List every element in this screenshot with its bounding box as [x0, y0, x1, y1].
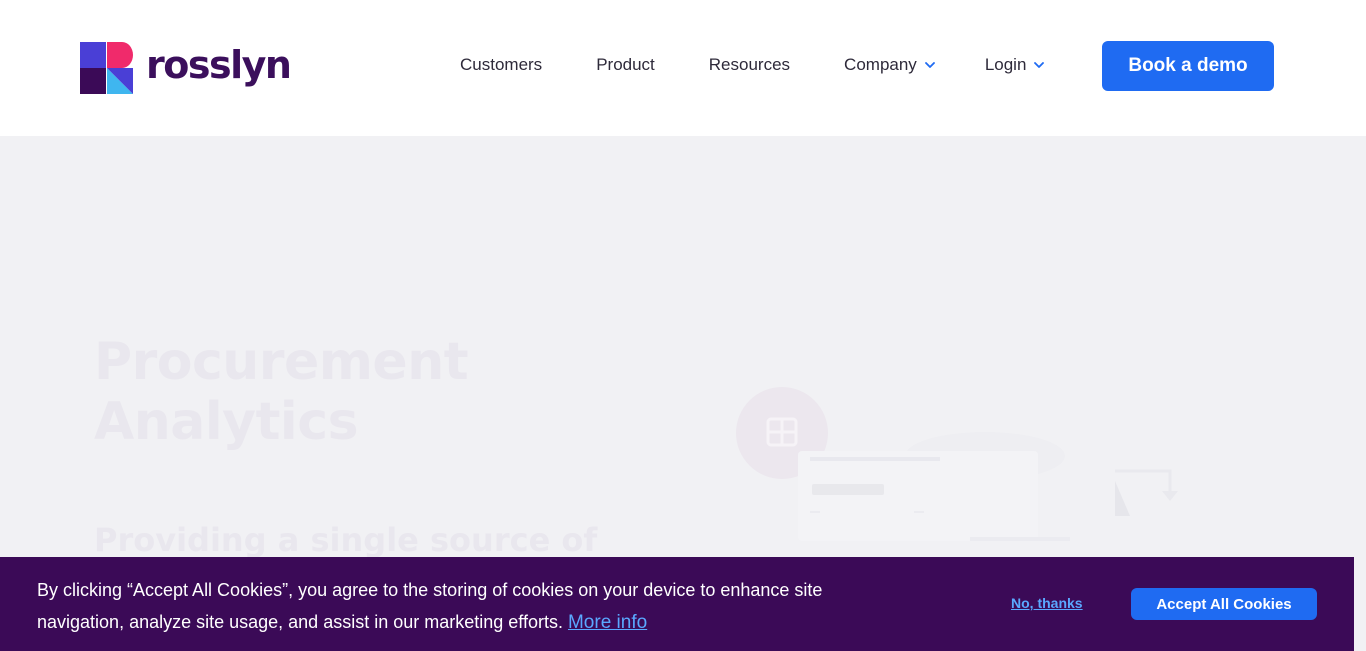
hero-title-line-2: Analytics — [94, 392, 359, 452]
accept-all-cookies-button[interactable]: Accept All Cookies — [1131, 588, 1317, 620]
book-demo-button[interactable]: Book a demo — [1102, 41, 1274, 91]
logo-mark-icon — [80, 42, 133, 94]
cookie-consent-message: By clicking “Accept All Cookies”, you ag… — [37, 580, 823, 632]
hero-title: Procurement Analytics — [94, 332, 469, 452]
nav-item-label: Login — [984, 55, 1027, 74]
nav-item-company[interactable]: Company — [844, 54, 935, 76]
chevron-down-icon — [1034, 61, 1045, 69]
nav-item-login[interactable]: Login — [985, 54, 1045, 76]
cookie-banner: By clicking “Accept All Cookies”, you ag… — [0, 557, 1354, 651]
dashboard-preview-illustration — [730, 381, 1190, 541]
nav-item-customers[interactable]: Customers — [460, 54, 542, 76]
cookie-banner-text: By clicking “Accept All Cookies”, you ag… — [37, 574, 857, 639]
more-info-link[interactable]: More info — [568, 612, 647, 633]
nav-item-label: Company — [844, 55, 917, 74]
logo[interactable]: rosslyn — [80, 42, 292, 94]
nav-item-product[interactable]: Product — [596, 54, 655, 76]
nav-item-label: Customers — [460, 55, 543, 74]
nav-item-label: Product — [596, 55, 655, 74]
nav-item-label: Resources — [708, 55, 791, 74]
logo-wordmark: rosslyn — [146, 43, 292, 87]
hero-title-line-1: Procurement — [94, 332, 469, 392]
hero-subtitle: Providing a single source of — [94, 521, 598, 559]
nav-item-resources[interactable]: Resources — [709, 54, 790, 76]
page-edge-strip — [1354, 557, 1366, 651]
chevron-down-icon — [924, 61, 935, 69]
main-nav: Customers Product Resources Company Logi… — [460, 54, 1045, 76]
decline-cookies-link[interactable]: No, thanks — [1011, 595, 1083, 611]
site-header: rosslyn Customers Product Resources Comp… — [0, 0, 1366, 136]
